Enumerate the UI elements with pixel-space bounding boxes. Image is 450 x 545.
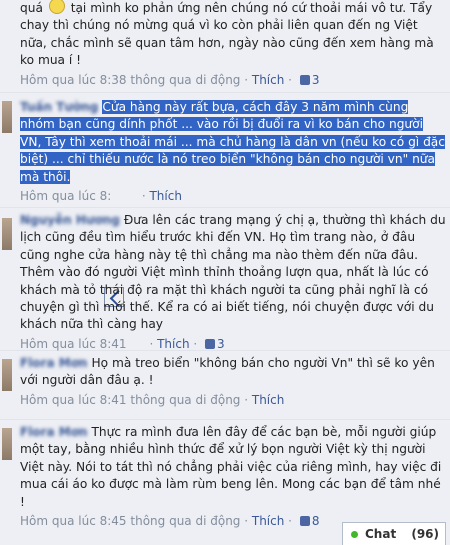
comment-1: quá tại mình ko phản ứng nên chúng nó cứ… [0,0,450,93]
smiley-icon [48,0,65,14]
comment-time[interactable]: Hôm qua lúc 8:41 [20,337,127,351]
comment-1-meta: Hôm qua lúc 8:38 thông qua di động · Thí… [20,72,320,87]
comment-5-text: Flora Mơn Thực ra mình đưa lên đây để các… [20,425,442,509]
comment-3-body: Nguyễn Hương Đưa lên các trang mạng ý chị… [20,212,446,354]
chat-bar[interactable]: Chat (96) [342,522,446,545]
comment-4-body: Flora Mơn Họ mà treo biển "không bán cho … [20,355,446,410]
comment-author[interactable]: Nguyễn Hương [20,213,120,227]
comment-2: Tuấn Tường Cửa hàng này rất bựa, cách đây… [0,93,450,307]
comment-3-text: Nguyễn Hương Đưa lên các trang mạng ý chị… [20,213,446,332]
via-mobile-text: thông qua di động [130,514,241,529]
thumbs-up-icon [299,516,310,527]
chat-online-count: (96) [411,527,439,541]
online-status-icon [351,531,358,538]
comment-5-body: Flora Mơn Thực ra mình đưa lên đây để các… [20,424,446,531]
comment-author[interactable]: Tuấn Tường [20,100,98,114]
like-count[interactable]: 8 [312,514,320,528]
comment-2-text: Tuấn Tường Cửa hàng này rất bựa, cách đây… [20,99,446,186]
like-button[interactable]: Thích [252,514,284,528]
chat-label[interactable]: Chat [365,523,396,545]
avatar[interactable] [2,101,12,133]
comment-1-body: quá tại mình ko phản ứng nên chúng nó cứ… [20,0,446,90]
avatar[interactable] [2,428,12,460]
comment-time[interactable]: Hôm qua lúc 8:38 [20,73,127,87]
like-count[interactable]: 3 [217,337,225,351]
avatar[interactable] [2,218,12,250]
comment-4-text: Flora Mơn Họ mà treo biển "không bán cho … [20,356,435,388]
comment-4-meta: Hôm qua lúc 8:41 thông qua di động · Thí… [20,392,285,407]
like-button[interactable]: Thích [252,393,284,407]
comment-author[interactable]: Flora Mơn [20,425,87,439]
like-button[interactable]: Thích [157,337,189,351]
like-count[interactable]: 3 [312,73,320,87]
via-mobile-text: thông qua di động [130,72,241,87]
thumbs-up-icon [205,338,216,349]
comment-time[interactable]: Hôm qua lúc 8: [20,189,111,203]
comment-4: Flora Mơn Họ mà treo biển "không bán cho … [0,351,450,420]
like-button[interactable]: Thích [149,189,181,203]
comment-time[interactable]: Hôm qua lúc 8:45 [20,514,127,528]
via-mobile-text: thông qua di động [130,392,241,407]
comment-2-meta: Hôm qua lúc 8: · Thích [20,189,182,204]
comment-3: Nguyễn Hương Đưa lên các trang mạng ý chị… [0,208,450,351]
thumbs-up-icon [299,74,310,85]
avatar[interactable] [2,359,12,391]
like-button[interactable]: Thích [252,73,284,87]
comment-time[interactable]: Hôm qua lúc 8:41 [20,393,127,407]
comment-1-text: quá tại mình ko phản ứng nên chúng nó cứ… [20,0,446,70]
comment-thread: quá tại mình ko phản ứng nên chúng nó cứ… [0,0,450,545]
comment-2-body: Tuấn Tường Cửa hàng này rất bựa, cách đây… [20,99,446,206]
comment-author[interactable]: Flora Mơn [20,356,87,370]
